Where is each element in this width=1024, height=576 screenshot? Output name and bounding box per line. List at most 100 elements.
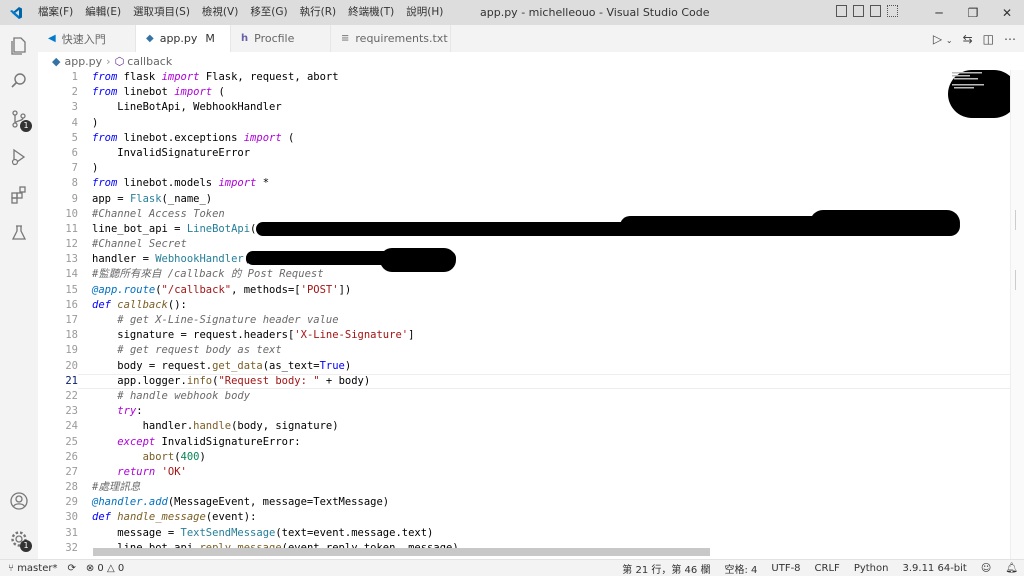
- code-line[interactable]: LineBotApi, WebhookHandler: [92, 100, 952, 115]
- feedback-icon[interactable]: ☺: [981, 563, 991, 574]
- code-line[interactable]: from flask import Flask, request, abort: [92, 70, 952, 85]
- line-number: 31: [65, 526, 78, 539]
- more-actions-icon[interactable]: ⋯: [1004, 32, 1016, 46]
- line-number: 14: [65, 268, 78, 281]
- line-number: 24: [65, 420, 78, 433]
- line-number: 27: [65, 465, 78, 478]
- code-line[interactable]: abort(400): [92, 450, 952, 465]
- extensions-icon[interactable]: [0, 177, 38, 213]
- breadcrumb-file[interactable]: app.py: [64, 55, 102, 68]
- menu-item[interactable]: 終端機(T): [342, 0, 400, 25]
- code-line[interactable]: from linebot.exceptions import (: [92, 131, 952, 146]
- line-number: 1: [71, 71, 78, 83]
- menu-item[interactable]: 檢視(V): [196, 0, 244, 25]
- title-bar: 檔案(F) 編輯(E) 選取項目(S) 檢視(V) 移至(G) 執行(R) 終端機(T) 說明…: [0, 0, 1024, 25]
- minimap[interactable]: [950, 70, 1010, 190]
- code-line[interactable]: handler.handle(body, signature): [92, 419, 952, 434]
- line-number: 10: [65, 207, 78, 220]
- menu-item[interactable]: 選取項目(S): [127, 0, 196, 25]
- restore-icon[interactable]: ❐: [956, 0, 990, 25]
- line-number-gutter: 1 2 3 4 5 6 7 8 9 10 11 12 13 14 15 16 17 18 19 20 21 22 23 24 2…: [38, 70, 78, 556]
- code-line[interactable]: try:: [92, 404, 952, 419]
- tab-requirements[interactable]: ≡ requirements.txt: [331, 25, 451, 52]
- code-line[interactable]: @app.route("/callback", methods=['POST']…: [92, 283, 952, 298]
- customize-layout-icon[interactable]: [887, 5, 898, 17]
- text-file-icon: ≡: [341, 33, 350, 44]
- code-line[interactable]: def handle_message(event):: [92, 510, 952, 525]
- manage-gear-icon[interactable]: 1: [0, 521, 38, 557]
- menu-item[interactable]: 執行(R): [294, 0, 343, 25]
- source-control-icon[interactable]: 1: [0, 101, 38, 137]
- code-line[interactable]: app.logger.info("Request body: " + body): [92, 374, 952, 389]
- menu-item[interactable]: 移至(G): [244, 0, 293, 25]
- code-line[interactable]: # get request body as text: [92, 343, 952, 358]
- manage-badge: 1: [20, 540, 32, 552]
- code-line[interactable]: #監聽所有來自 /callback 的 Post Request: [92, 267, 952, 282]
- run-file-icon[interactable]: ▷ ⌄: [933, 32, 953, 46]
- code-line[interactable]: body = request.get_data(as_text=True): [92, 359, 952, 374]
- accounts-icon[interactable]: [0, 483, 38, 519]
- window-title: app.py - michelleouo - Visual Studio Cod…: [480, 6, 710, 19]
- tab-welcome[interactable]: ◀ 快速入門: [38, 25, 136, 52]
- line-number: 5: [71, 131, 78, 144]
- code-line[interactable]: message = TextSendMessage(text=event.mes…: [92, 526, 952, 541]
- toggle-secondary-sidebar-icon[interactable]: [870, 5, 881, 17]
- code-line[interactable]: from linebot import (: [92, 85, 952, 100]
- code-line[interactable]: #Channel Secret: [92, 237, 952, 252]
- window-controls: ─ ❐ ✕: [922, 0, 1024, 25]
- language-mode[interactable]: Python: [854, 563, 889, 574]
- code-line[interactable]: #處理訊息: [92, 480, 952, 495]
- compare-changes-icon[interactable]: ⇆: [963, 32, 973, 46]
- line-number: 19: [65, 344, 78, 357]
- notifications-bell-icon[interactable]: 🔔︎: [1005, 563, 1018, 574]
- line-number: 23: [65, 405, 78, 418]
- code-line[interactable]: ): [92, 116, 952, 131]
- code-lines[interactable]: from flask import Flask, request, abort f…: [92, 70, 952, 556]
- end-of-line[interactable]: CRLF: [815, 563, 840, 574]
- explorer-icon[interactable]: [0, 27, 38, 63]
- minimize-icon[interactable]: ─: [922, 0, 956, 25]
- code-editor[interactable]: 1 2 3 4 5 6 7 8 9 10 11 12 13 14 15 16 17 18 19 20 21 22 23 24 2…: [38, 70, 1024, 559]
- problems-indicator[interactable]: ⊗ 0 △ 0: [86, 563, 124, 574]
- line-number: 32: [65, 541, 78, 554]
- code-line[interactable]: app = Flask(_name_): [92, 192, 952, 207]
- tab-procfile[interactable]: h Procfile: [231, 25, 331, 52]
- run-debug-icon[interactable]: [0, 139, 38, 175]
- toggle-sidebar-icon[interactable]: [836, 5, 847, 17]
- indentation[interactable]: 空格: 4: [724, 561, 757, 576]
- code-line[interactable]: signature = request.headers['X-Line-Sign…: [92, 328, 952, 343]
- code-line[interactable]: handler = WebhookHandler(: [92, 252, 952, 267]
- branch-indicator[interactable]: ⑂ master*: [8, 563, 57, 574]
- tab-app-py[interactable]: ◆ app.py M: [136, 25, 231, 52]
- source-control-badge: 1: [20, 120, 32, 132]
- code-line[interactable]: @handler.add(MessageEvent, message=TextM…: [92, 495, 952, 510]
- sync-icon[interactable]: ⟳: [67, 563, 75, 574]
- vertical-scrollbar[interactable]: [1010, 70, 1024, 559]
- menu-item[interactable]: 編輯(E): [79, 0, 127, 25]
- close-icon[interactable]: ✕: [990, 0, 1024, 25]
- code-line[interactable]: InvalidSignatureError: [92, 146, 952, 161]
- code-line[interactable]: from linebot.models import *: [92, 176, 952, 191]
- line-number: 20: [65, 359, 78, 372]
- split-editor-icon[interactable]: ◫: [983, 32, 994, 46]
- horizontal-scrollbar-thumb[interactable]: [93, 548, 710, 556]
- vscode-icon: ◀: [48, 33, 56, 44]
- breadcrumb-symbol[interactable]: callback: [127, 55, 172, 68]
- code-line[interactable]: # get X-Line-Signature header value: [92, 313, 952, 328]
- search-icon[interactable]: [0, 63, 38, 99]
- warning-icon: △: [106, 562, 115, 574]
- line-number: 12: [65, 238, 78, 251]
- toggle-panel-icon[interactable]: [853, 5, 864, 17]
- code-line[interactable]: # handle webhook body: [92, 389, 952, 404]
- cursor-position[interactable]: 第 21 行，第 46 欄: [622, 561, 710, 576]
- code-line[interactable]: ): [92, 161, 952, 176]
- menu-item[interactable]: 說明(H): [400, 0, 449, 25]
- python-interpreter[interactable]: 3.9.11 64-bit: [902, 563, 966, 574]
- encoding[interactable]: UTF-8: [771, 563, 800, 574]
- menu-item[interactable]: 檔案(F): [32, 0, 79, 25]
- code-line[interactable]: return 'OK': [92, 465, 952, 480]
- testing-icon[interactable]: [0, 215, 38, 251]
- code-line[interactable]: def callback():: [92, 298, 952, 313]
- tab-label: app.py: [159, 32, 198, 45]
- code-line[interactable]: except InvalidSignatureError:: [92, 435, 952, 450]
